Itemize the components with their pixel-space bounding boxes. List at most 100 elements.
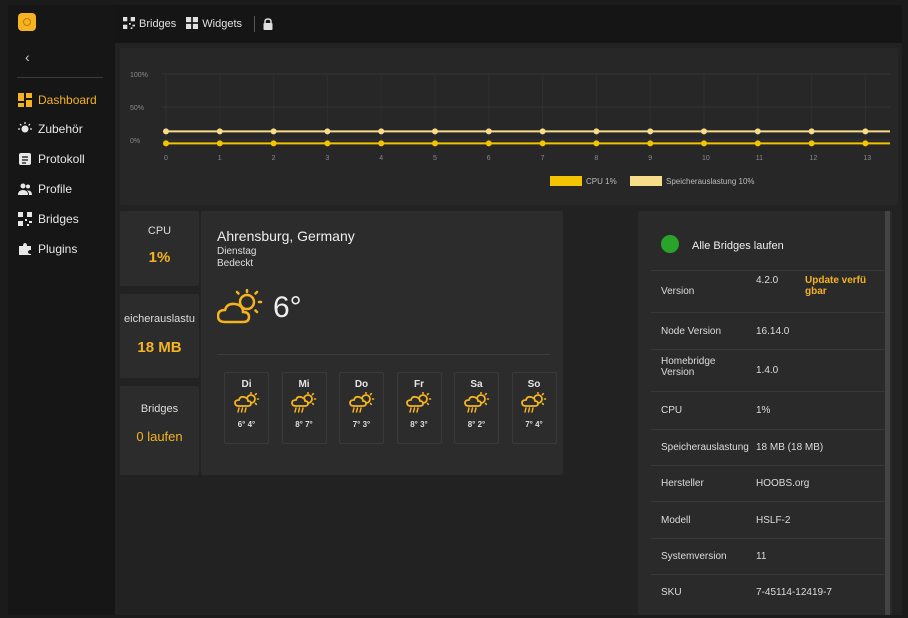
x-tick-label: 6 bbox=[487, 155, 491, 162]
sidebar-item-protokoll[interactable]: Protokoll bbox=[18, 148, 85, 170]
sidebar-item-label: Dashboard bbox=[38, 93, 97, 107]
usage-chart-svg: 100%50%0%0 1 2 3 4 5 6 7 8 9 10 11 12 13CPU 1% Speiche… bbox=[130, 72, 890, 186]
data-point bbox=[270, 140, 277, 147]
sidebar: ‹ Dashboard Zubehör Protokoll Profile Br… bbox=[8, 5, 115, 615]
toolbar-divider bbox=[254, 16, 256, 32]
x-tick-label: 0 bbox=[164, 155, 168, 162]
bridges-card-label: Bridges bbox=[140, 403, 179, 415]
rain-cloud-icon bbox=[225, 391, 268, 419]
info-value: HOOBS.org bbox=[756, 478, 810, 489]
forecast-day: Di bbox=[241, 379, 252, 390]
rain-cloud-icon bbox=[513, 391, 556, 419]
qr-icon bbox=[18, 212, 32, 226]
widgets-icon bbox=[186, 16, 202, 32]
x-tick-label: 3 bbox=[325, 155, 329, 162]
forecast-card: Mi 8° 7° bbox=[281, 372, 327, 444]
sidebar-item-plugins[interactable]: Plugins bbox=[18, 238, 77, 260]
legend-label: CPU 1% bbox=[586, 177, 617, 186]
top-bridges-button[interactable]: Bridges bbox=[123, 16, 177, 32]
info-row: CPU 1% bbox=[651, 391, 884, 429]
sidebar-item-zubehoer[interactable]: Zubehör bbox=[18, 118, 83, 140]
dashboard-icon bbox=[18, 93, 32, 107]
weather-day: Dienstag bbox=[217, 246, 257, 257]
info-key: Version bbox=[661, 286, 695, 297]
forecast-day: Sa bbox=[470, 379, 483, 390]
weather-temperature: 6° bbox=[273, 291, 302, 324]
rain-cloud-icon bbox=[340, 391, 383, 419]
usage-chart: 100% 50% 0% 0 1 2 3 4 5 6 7 8 9 10 11 12 13 CPU 1% Speiche… bbox=[120, 48, 898, 205]
weather-divider bbox=[217, 354, 550, 355]
info-key: Systemversion bbox=[661, 551, 727, 562]
sidebar-item-profile[interactable]: Profile bbox=[18, 178, 72, 200]
forecast-card: Di 6° 4° bbox=[224, 372, 269, 444]
forecast-card: Fr 8° 3° bbox=[396, 372, 442, 444]
info-key: Node Version bbox=[661, 325, 722, 337]
x-tick-label: 7 bbox=[541, 155, 545, 162]
info-value: HSLF-2 bbox=[756, 514, 791, 526]
data-point bbox=[754, 140, 761, 147]
forecast-temps: 7° 3° bbox=[352, 420, 371, 429]
puzzle-icon bbox=[18, 242, 32, 256]
info-row: Version 4.2.0 Update verfü gbar bbox=[651, 270, 884, 312]
data-point bbox=[378, 128, 385, 135]
sidebar-item-label: Plugins bbox=[38, 242, 78, 256]
data-point bbox=[485, 128, 492, 135]
x-tick-label: 9 bbox=[648, 155, 652, 162]
y-tick-label: 0% bbox=[130, 138, 140, 145]
info-key: SKU bbox=[661, 587, 682, 598]
info-key: Speicherauslastung bbox=[661, 442, 749, 453]
forecast-temps: 8° 2° bbox=[467, 420, 486, 429]
forecast-temps: 6° 4° bbox=[237, 420, 256, 429]
bridges-status-text: Alle Bridges laufen bbox=[692, 240, 784, 252]
top-bridges-label: Bridges bbox=[139, 18, 177, 30]
bridges-card: Bridges 0 laufen bbox=[120, 386, 199, 475]
legend-swatch bbox=[550, 176, 582, 186]
sidebar-item-label: Protokoll bbox=[38, 152, 85, 166]
data-point bbox=[647, 140, 654, 147]
memory-card-value: 18 MB bbox=[137, 339, 182, 356]
top-bar: Bridges Widgets bbox=[115, 5, 902, 43]
info-value: 1.4.0 bbox=[756, 365, 779, 376]
sidebar-item-dashboard[interactable]: Dashboard bbox=[18, 89, 97, 111]
info-row: Homebridge Version 1.4.0 bbox=[651, 349, 884, 391]
data-point bbox=[593, 140, 600, 147]
data-point bbox=[378, 140, 385, 147]
x-tick-label: 2 bbox=[272, 155, 276, 162]
info-value: 4.2.0 bbox=[756, 275, 779, 286]
legend-swatch bbox=[630, 176, 662, 186]
cpu-card-value: 1% bbox=[148, 249, 171, 266]
update-available-link[interactable]: Update verfü gbar bbox=[805, 275, 875, 297]
x-tick-label: 5 bbox=[433, 155, 437, 162]
lightbulb-icon bbox=[18, 122, 32, 136]
app-logo-icon[interactable] bbox=[18, 13, 36, 31]
data-point bbox=[163, 128, 169, 135]
cpu-card-label: CPU bbox=[147, 225, 172, 237]
info-scrollbar[interactable] bbox=[885, 211, 890, 615]
sidebar-item-label: Profile bbox=[38, 182, 73, 196]
info-value: 18 MB (18 MB) bbox=[756, 442, 824, 453]
weather-widget: Ahrensburg, Germany Dienstag Bedeckt 6° … bbox=[201, 211, 563, 475]
data-point bbox=[270, 128, 277, 135]
y-tick-label: 50% bbox=[130, 105, 144, 112]
info-value: 1% bbox=[756, 405, 771, 416]
info-key: CPU bbox=[661, 405, 683, 416]
status-ok-icon bbox=[661, 235, 679, 253]
forecast-card: So 7° 4° bbox=[511, 372, 557, 444]
weather-city: Ahrensburg, Germany bbox=[217, 228, 355, 244]
sidebar-item-bridges[interactable]: Bridges bbox=[18, 208, 79, 230]
data-point bbox=[432, 140, 438, 147]
x-tick-label: 8 bbox=[594, 155, 598, 162]
data-point bbox=[754, 128, 761, 135]
info-row: Modell HSLF-2 bbox=[651, 501, 884, 538]
x-tick-label: 12 bbox=[810, 155, 818, 162]
info-value: 7-45114-12419-7 bbox=[756, 587, 832, 598]
top-widgets-button[interactable]: Widgets bbox=[186, 16, 242, 32]
data-point bbox=[593, 128, 600, 135]
info-value: 11 bbox=[756, 551, 767, 562]
data-point bbox=[216, 128, 223, 135]
lock-icon[interactable] bbox=[263, 18, 277, 30]
data-point bbox=[163, 140, 169, 147]
info-key: Homebridge Version bbox=[661, 356, 716, 378]
chevron-left-icon[interactable]: ‹ bbox=[25, 49, 30, 65]
info-row: Hersteller HOOBS.org bbox=[651, 465, 884, 501]
